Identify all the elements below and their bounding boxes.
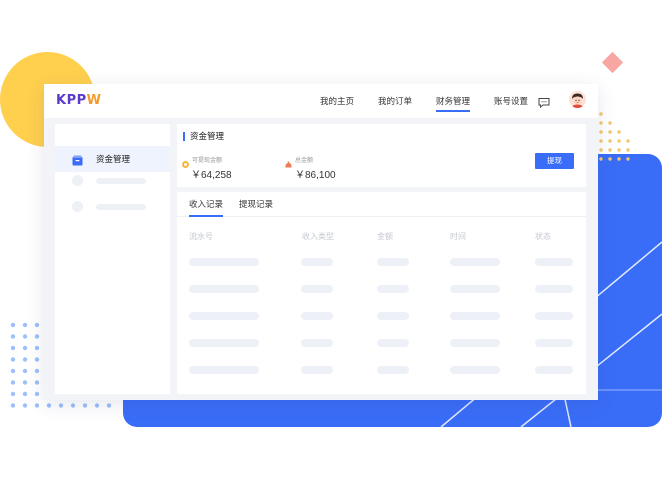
table-cell-placeholder [535,366,573,374]
tab-income-records[interactable]: 收入记录 [189,192,224,217]
total-amount: ￥86,100 [295,170,336,181]
table-cell-placeholder [450,285,500,293]
top-navigation-bar: KPPW 我的主页 我的订单 财务管理 账号设置 [44,84,598,118]
table-cell-placeholder [535,339,573,347]
table-cell-placeholder [189,366,259,374]
title-accent-bar [183,132,185,141]
money-bag-icon [285,155,292,168]
nav-item-account-settings[interactable]: 账号设置 [494,84,528,118]
sidebar-item-label: 资金管理 [96,154,131,164]
nav-item-home[interactable]: 我的主页 [320,84,354,118]
tab-withdraw-records[interactable]: 提现记录 [239,192,273,216]
table-cell-placeholder [189,312,259,320]
column-header-status: 状态 [535,232,551,241]
table-cell-placeholder [301,285,333,293]
sidebar-placeholder-label [96,178,146,184]
decorative-dots-right [599,112,630,161]
table-cell-placeholder [450,366,500,374]
table-cell-placeholder [377,285,409,293]
table-cell-placeholder [377,312,409,320]
table-cell-placeholder [377,366,409,374]
table-cell-placeholder [535,285,573,293]
table-cell-placeholder [377,258,409,266]
table-cell-placeholder [450,339,500,347]
logo-text-main: KPP [56,93,87,108]
table-cell-placeholder [301,339,333,347]
sidebar-placeholder-icon [72,201,83,212]
logo-text-accent: W [86,93,102,108]
table-cell-placeholder [189,339,259,347]
page-title: 资金管理 [190,131,225,141]
decorative-pink-diamond [601,51,624,74]
table-cell-placeholder [189,285,259,293]
withdrawable-amount: ￥64,258 [191,170,232,181]
table-cell-placeholder [535,312,573,320]
sidebar-item-fund-management[interactable]: 资金管理 [55,146,170,172]
table-cell-placeholder [535,258,573,266]
column-header-income-type: 收入类型 [302,232,334,241]
sidebar-placeholder-icon [72,175,83,186]
records-panel: 收入记录 提现记录 流水号 收入类型 金额 时间 状态 [177,192,586,394]
wallet-icon [72,153,83,166]
withdrawable-label: 可提现金额 [192,158,223,164]
records-tabs: 收入记录 提现记录 [177,192,586,217]
sidebar: 资金管理 [55,124,170,394]
table-cell-placeholder [377,339,409,347]
table-cell-placeholder [189,258,259,266]
app-window: KPPW 我的主页 我的订单 财务管理 账号设置 资金管理 资金管理 可提现金额… [44,84,598,400]
main-nav: 我的主页 我的订单 财务管理 账号设置 [320,84,552,118]
balance-panel: 资金管理 可提现金额 ￥64,258 总金额 ￥86,100 提现 [177,124,586,187]
total-label: 总金额 [295,158,314,164]
withdraw-button[interactable]: 提现 [535,153,574,169]
column-header-serial-number: 流水号 [189,232,213,241]
table-cell-placeholder [450,258,500,266]
column-header-time: 时间 [450,232,466,241]
table-cell-placeholder [450,312,500,320]
brand-logo[interactable]: KPPW [56,93,101,108]
table-cell-placeholder [301,258,333,266]
avatar[interactable] [569,91,586,108]
sidebar-placeholder-label [96,204,146,210]
content-area: 资金管理 资金管理 可提现金额 ￥64,258 总金额 ￥86,100 提现 收… [44,118,598,400]
nav-item-orders[interactable]: 我的订单 [378,84,412,118]
message-icon[interactable] [538,95,550,109]
table-cell-placeholder [301,312,333,320]
column-header-amount: 金额 [377,232,393,241]
table-cell-placeholder [301,366,333,374]
nav-item-finance[interactable]: 财务管理 [436,84,471,118]
coin-icon [182,155,189,168]
